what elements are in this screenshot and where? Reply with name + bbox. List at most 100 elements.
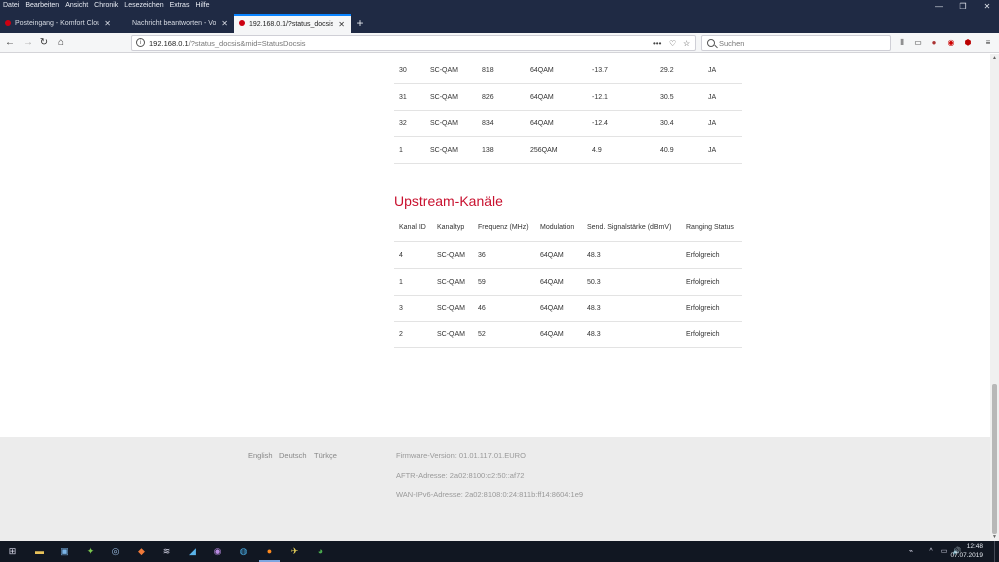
frequency-cell: 138: [482, 147, 494, 154]
firefox-icon[interactable]: ●: [259, 544, 280, 562]
show-hidden-icons-icon[interactable]: ^: [926, 544, 936, 559]
site-info-icon[interactable]: i: [136, 38, 145, 47]
locked-cell: JA: [708, 147, 717, 154]
extension-icon[interactable]: ●: [929, 37, 939, 48]
frequency-cell: 818: [482, 67, 494, 74]
menu-datei[interactable]: Datei: [0, 0, 22, 11]
table-row: 31 SC-QAM 826 64QAM -12.1 30.5 JA: [394, 84, 742, 111]
clock-time: 12:48: [966, 543, 983, 550]
tab-posteingang[interactable]: Posteingang - Komfort Cloud ✕: [0, 14, 117, 33]
language-link-tuerkce[interactable]: Türkçe: [314, 451, 337, 461]
vertical-scrollbar[interactable]: ▲ ▼: [990, 54, 999, 541]
menu-ansicht[interactable]: Ansicht: [62, 0, 91, 11]
adblock-icon[interactable]: ◉: [946, 37, 956, 48]
page-actions-icon[interactable]: •••: [653, 36, 661, 51]
snr-cell: 30.4: [660, 120, 674, 127]
channel-type-cell: SC-QAM: [430, 94, 458, 101]
modulation-cell: 64QAM: [540, 305, 564, 312]
menu-hilfe[interactable]: Hilfe: [192, 0, 212, 11]
menu-bearbeiten[interactable]: Bearbeiten: [22, 0, 62, 11]
search-bar[interactable]: Suchen: [701, 35, 891, 51]
show-desktop-button[interactable]: [994, 541, 999, 562]
window-controls: — ❐ ✕: [927, 0, 999, 14]
network-icon[interactable]: ▭: [939, 544, 949, 559]
app-icon[interactable]: ◉: [210, 544, 225, 559]
power-cell: -13.7: [592, 67, 608, 74]
language-link-deutsch[interactable]: Deutsch: [279, 451, 307, 461]
steam-icon[interactable]: ◢: [185, 544, 200, 559]
page-content: 30 SC-QAM 818 64QAM -13.7 29.2 JA 31 SC-…: [0, 54, 990, 541]
taskbar: ⊞ ▬ ▣ ✦ ◎ ◆ ≋ ◢ ◉ ◍ ● ✈ ◕ ⌁ ^ ▭ 🔊 12:48 …: [0, 541, 999, 562]
app-icon[interactable]: ≋: [159, 544, 174, 559]
menu-chronik[interactable]: Chronik: [91, 0, 121, 11]
pocket-icon[interactable]: ♡: [669, 36, 676, 51]
hamburger-menu-icon[interactable]: ≡: [983, 37, 993, 48]
wan-ipv6-address: WAN-IPv6-Adresse: 2a02:8108:0:24:811b:ff…: [396, 490, 584, 499]
frequency-cell: 59: [478, 279, 486, 286]
shield-icon[interactable]: ⬢: [963, 37, 973, 48]
channel-type-cell: SC-QAM: [430, 147, 458, 154]
menu-lesezeichen[interactable]: Lesezeichen: [121, 0, 166, 11]
tab-close-icon[interactable]: ✕: [104, 14, 111, 33]
minimize-button[interactable]: —: [927, 0, 951, 14]
app-icon[interactable]: ◎: [108, 544, 123, 559]
modulation-cell: 64QAM: [540, 331, 564, 338]
url-text[interactable]: 192.168.0.1/?status_docsis&mid=StatusDoc…: [149, 36, 306, 51]
url-path: /?status_docsis&mid=StatusDocsis: [188, 39, 306, 48]
channel-id-cell: 30: [399, 67, 407, 74]
scroll-up-icon[interactable]: ▲: [990, 54, 999, 62]
channel-id-cell: 1: [399, 147, 403, 154]
scroll-thumb[interactable]: [992, 384, 997, 534]
tab-nachricht[interactable]: Nachricht beantworten - Vodafone ✕: [117, 14, 234, 33]
new-tab-button[interactable]: +: [351, 14, 369, 33]
column-header-kanaltyp: Kanaltyp: [437, 224, 465, 231]
library-icon[interactable]: ⫴: [897, 37, 907, 48]
windows-start-icon[interactable]: ⊞: [5, 544, 20, 559]
modulation-cell: 64QAM: [540, 279, 564, 286]
channel-type-cell: SC-QAM: [437, 331, 465, 338]
tab-status-docsis[interactable]: 192.168.0.1/?status_docsis&mi ✕: [234, 14, 351, 33]
clock-date: 07.07.2019: [950, 551, 983, 559]
file-explorer-icon[interactable]: ▬: [32, 544, 47, 559]
chrome-icon[interactable]: ◕: [313, 544, 328, 559]
close-window-button[interactable]: ✕: [975, 0, 999, 14]
tab-close-icon[interactable]: ✕: [338, 16, 345, 33]
table-row: 4 SC-QAM 36 64QAM 48.3 Erfolgreich: [394, 242, 742, 269]
tab-close-icon[interactable]: ✕: [221, 14, 228, 33]
scroll-down-icon[interactable]: ▼: [990, 533, 999, 541]
channel-id-cell: 2: [399, 331, 403, 338]
channel-id-cell: 32: [399, 120, 407, 127]
channel-id-cell: 3: [399, 305, 403, 312]
forward-icon[interactable]: →: [21, 36, 35, 50]
ranging-status-cell: Erfolgreich: [686, 331, 720, 338]
frequency-cell: 36: [478, 252, 486, 259]
back-icon[interactable]: ←: [3, 36, 17, 50]
menu-extras[interactable]: Extras: [167, 0, 193, 11]
firmware-version: Firmware-Version: 01.01.117.01.EURO: [396, 451, 526, 460]
locked-cell: JA: [708, 94, 717, 101]
clock[interactable]: 12:48 07.07.2019: [950, 543, 983, 560]
app-icon[interactable]: ◍: [236, 544, 251, 559]
pen-icon[interactable]: ⌁: [906, 544, 916, 559]
language-link-english[interactable]: English: [248, 451, 273, 461]
restore-button[interactable]: ❐: [951, 0, 975, 14]
column-header-kanal-id: Kanal ID: [399, 224, 426, 231]
snr-cell: 29.2: [660, 67, 674, 74]
app-icon[interactable]: ✦: [83, 544, 98, 559]
power-cell: 48.3: [587, 252, 601, 259]
sidebar-icon[interactable]: ▭: [913, 37, 923, 48]
home-icon[interactable]: ⌂: [54, 36, 68, 50]
column-header-modulation: Modulation: [540, 224, 575, 231]
app-icon[interactable]: ▣: [57, 544, 72, 559]
modulation-cell: 256QAM: [530, 147, 558, 154]
vodafone-favicon-icon: [239, 20, 245, 26]
locked-cell: JA: [708, 120, 717, 127]
app-icon[interactable]: ◆: [134, 544, 149, 559]
app-icon[interactable]: ✈: [287, 544, 302, 559]
table-row: 32 SC-QAM 834 64QAM -12.4 30.4 JA: [394, 110, 742, 137]
bookmark-star-icon[interactable]: ☆: [683, 36, 690, 51]
table-row: 1 SC-QAM 59 64QAM 50.3 Erfolgreich: [394, 269, 742, 296]
url-bar[interactable]: i 192.168.0.1/?status_docsis&mid=StatusD…: [131, 35, 696, 51]
menu-bar: Datei Bearbeiten Ansicht Chronik Lesezei…: [0, 0, 212, 11]
reload-icon[interactable]: ↻: [37, 36, 51, 50]
